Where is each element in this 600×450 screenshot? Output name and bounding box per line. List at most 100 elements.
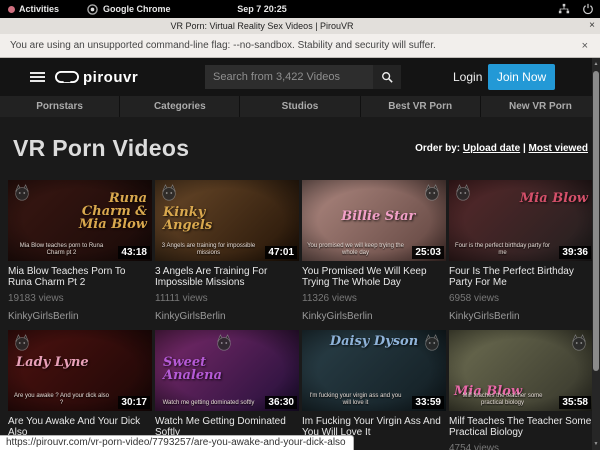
activities-button[interactable]: Activities bbox=[8, 4, 59, 14]
thumbnail-caption: You promised we will keep trying the who… bbox=[307, 243, 404, 257]
duration-badge: 39:36 bbox=[559, 246, 591, 259]
status-bar-url: https://pirouvr.com/vr-porn-video/779325… bbox=[0, 435, 354, 450]
video-card: Sweet Analena Watch me getting dominated… bbox=[155, 330, 299, 450]
menu-hamburger-icon[interactable] bbox=[30, 70, 45, 84]
thumbnail-model-name: Runa Charm & Mia Blow bbox=[58, 192, 147, 231]
studio-cat-logo-icon bbox=[13, 184, 31, 202]
video-studio-link[interactable]: KinkyGirlsBerlin bbox=[302, 311, 446, 322]
studio-cat-logo-icon bbox=[215, 334, 233, 352]
thumbnail-model-name: Mia Blow bbox=[520, 192, 588, 205]
browser-tab-bar: VR Porn: Virtual Reality Sex Videos | Pi… bbox=[0, 18, 600, 34]
login-link[interactable]: Login bbox=[453, 70, 482, 84]
video-card: Kinky Angels 3 Angels are training for i… bbox=[155, 180, 299, 330]
focused-app-button[interactable]: Google Chrome bbox=[87, 4, 171, 15]
video-views: 6958 views bbox=[449, 293, 593, 304]
video-card: Billie Star You promised we will keep tr… bbox=[302, 180, 446, 330]
video-title-link[interactable]: Mia Blow Teaches Porn To Runa Charm Pt 2 bbox=[8, 266, 152, 288]
video-thumbnail[interactable]: Lady Lyne Are you awake ? And your dick … bbox=[8, 330, 152, 411]
nav-item-categories[interactable]: Categories bbox=[120, 96, 239, 117]
nav-item-new-vr-porn[interactable]: New VR Porn bbox=[481, 96, 600, 117]
network-icon[interactable] bbox=[558, 3, 570, 15]
video-card: Daisy Dyson I'm fucking your virgin ass … bbox=[302, 330, 446, 450]
clock[interactable]: Sep 7 20:25 bbox=[237, 4, 287, 14]
thumbnail-caption: I'm fucking your virgin ass and you will… bbox=[307, 393, 404, 407]
video-thumbnail[interactable]: Runa Charm & Mia Blow Mia Blow teaches p… bbox=[8, 180, 152, 261]
video-card: Runa Charm & Mia Blow Mia Blow teaches p… bbox=[8, 180, 152, 330]
duration-badge: 36:30 bbox=[265, 396, 297, 409]
studio-cat-logo-icon bbox=[13, 334, 31, 352]
video-grid: Runa Charm & Mia Blow Mia Blow teaches p… bbox=[8, 180, 593, 450]
video-title-link[interactable]: You Promised We Will Keep Trying The Who… bbox=[302, 266, 446, 288]
video-title-link[interactable]: 3 Angels Are Training For Impossible Mis… bbox=[155, 266, 299, 288]
search-icon bbox=[381, 71, 393, 83]
screen: Activities Google Chrome Sep 7 20:25 bbox=[0, 0, 600, 450]
app-label: Google Chrome bbox=[103, 4, 171, 14]
nav-item-best-vr-porn[interactable]: Best VR Porn bbox=[361, 96, 480, 117]
order-upload-date-link[interactable]: Upload date bbox=[463, 143, 520, 154]
site-header: pirouvr Login Join Now bbox=[0, 58, 600, 96]
infobar-close-icon[interactable]: × bbox=[582, 40, 588, 52]
thumbnail-model-name: Billie Star bbox=[328, 210, 429, 223]
video-studio-link[interactable]: KinkyGirlsBerlin bbox=[8, 311, 152, 322]
duration-badge: 43:18 bbox=[118, 246, 150, 259]
studio-cat-logo-icon bbox=[160, 184, 178, 202]
video-thumbnail[interactable]: Billie Star You promised we will keep tr… bbox=[302, 180, 446, 261]
video-card: Mia Blow Milf teaches the teacher some p… bbox=[449, 330, 593, 450]
thumbnail-caption: Milf teaches the teacher some practical … bbox=[454, 393, 551, 407]
thumbnail-model-name: Lady Lyne bbox=[16, 356, 89, 369]
scrollbar-thumb[interactable] bbox=[593, 71, 599, 371]
web-content: pirouvr Login Join Now Pornstars Categor… bbox=[0, 58, 600, 450]
nav-item-studios[interactable]: Studios bbox=[240, 96, 359, 117]
video-thumbnail[interactable]: Sweet Analena Watch me getting dominated… bbox=[155, 330, 299, 411]
duration-badge: 35:58 bbox=[559, 396, 591, 409]
video-studio-link[interactable]: KinkyGirlsBerlin bbox=[449, 311, 593, 322]
join-now-button[interactable]: Join Now bbox=[488, 64, 555, 90]
video-views: 11326 views bbox=[302, 293, 446, 304]
nav-item-pornstars[interactable]: Pornstars bbox=[0, 96, 119, 117]
page-header: VR Porn Videos Order by: Upload date | M… bbox=[0, 117, 600, 180]
thumbnail-caption: 3 Angels are training for impossible mis… bbox=[160, 243, 257, 257]
tab-close-icon[interactable]: × bbox=[589, 18, 595, 34]
duration-badge: 33:59 bbox=[412, 396, 444, 409]
video-thumbnail[interactable]: Daisy Dyson I'm fucking your virgin ass … bbox=[302, 330, 446, 411]
search-button[interactable] bbox=[373, 65, 401, 89]
thumbnail-model-name: Kinky Angels bbox=[163, 206, 249, 232]
thumbnail-model-name: Sweet Analena bbox=[163, 356, 249, 382]
order-separator: | bbox=[523, 143, 526, 154]
video-thumbnail[interactable]: Mia Blow Four is the perfect birthday pa… bbox=[449, 180, 593, 261]
duration-badge: 47:01 bbox=[265, 246, 297, 259]
search-bar bbox=[205, 65, 401, 89]
scroll-up-icon[interactable]: ▲ bbox=[592, 58, 600, 70]
studio-cat-logo-icon bbox=[454, 184, 472, 202]
tab-title[interactable]: VR Porn: Virtual Reality Sex Videos | Pi… bbox=[170, 21, 353, 31]
studio-cat-logo-icon bbox=[423, 184, 441, 202]
activities-label: Activities bbox=[19, 4, 59, 14]
video-title-link[interactable]: Milf Teaches The Teacher Some Practical … bbox=[449, 416, 593, 438]
studio-cat-logo-icon bbox=[570, 334, 588, 352]
recording-dot-icon bbox=[8, 6, 15, 13]
scroll-down-icon[interactable]: ▼ bbox=[592, 438, 600, 450]
video-studio-link[interactable]: KinkyGirlsBerlin bbox=[155, 311, 299, 322]
thumbnail-caption: Four is the perfect birthday party for m… bbox=[454, 243, 551, 257]
power-icon[interactable] bbox=[582, 3, 594, 15]
page-scrollbar[interactable]: ▲ ▼ bbox=[592, 58, 600, 450]
video-views: 19183 views bbox=[8, 293, 152, 304]
video-title-link[interactable]: Four Is The Perfect Birthday Party For M… bbox=[449, 266, 593, 288]
logo-text: pirouvr bbox=[83, 69, 138, 86]
system-bar: Activities Google Chrome Sep 7 20:25 bbox=[0, 0, 600, 18]
video-thumbnail[interactable]: Kinky Angels 3 Angels are training for i… bbox=[155, 180, 299, 261]
thumbnail-caption: Are you awake ? And your dick also ? bbox=[13, 393, 110, 407]
duration-badge: 25:03 bbox=[412, 246, 444, 259]
chrome-icon bbox=[87, 4, 98, 15]
order-most-viewed-link[interactable]: Most viewed bbox=[529, 143, 588, 154]
thumbnail-caption: Watch me getting dominated softly bbox=[160, 400, 257, 407]
video-views: 11111 views bbox=[155, 293, 299, 304]
page-title: VR Porn Videos bbox=[13, 135, 189, 162]
site-logo[interactable]: pirouvr bbox=[55, 69, 138, 86]
search-input[interactable] bbox=[205, 65, 373, 89]
order-by: Order by: Upload date | Most viewed bbox=[415, 143, 588, 154]
sandbox-warning-infobar: You are using an unsupported command-lin… bbox=[0, 34, 600, 58]
video-views: 4754 views bbox=[449, 443, 593, 450]
video-thumbnail[interactable]: Mia Blow Milf teaches the teacher some p… bbox=[449, 330, 593, 411]
thumbnail-caption: Mia Blow teaches porn to Runa Charm pt 2 bbox=[13, 243, 110, 257]
